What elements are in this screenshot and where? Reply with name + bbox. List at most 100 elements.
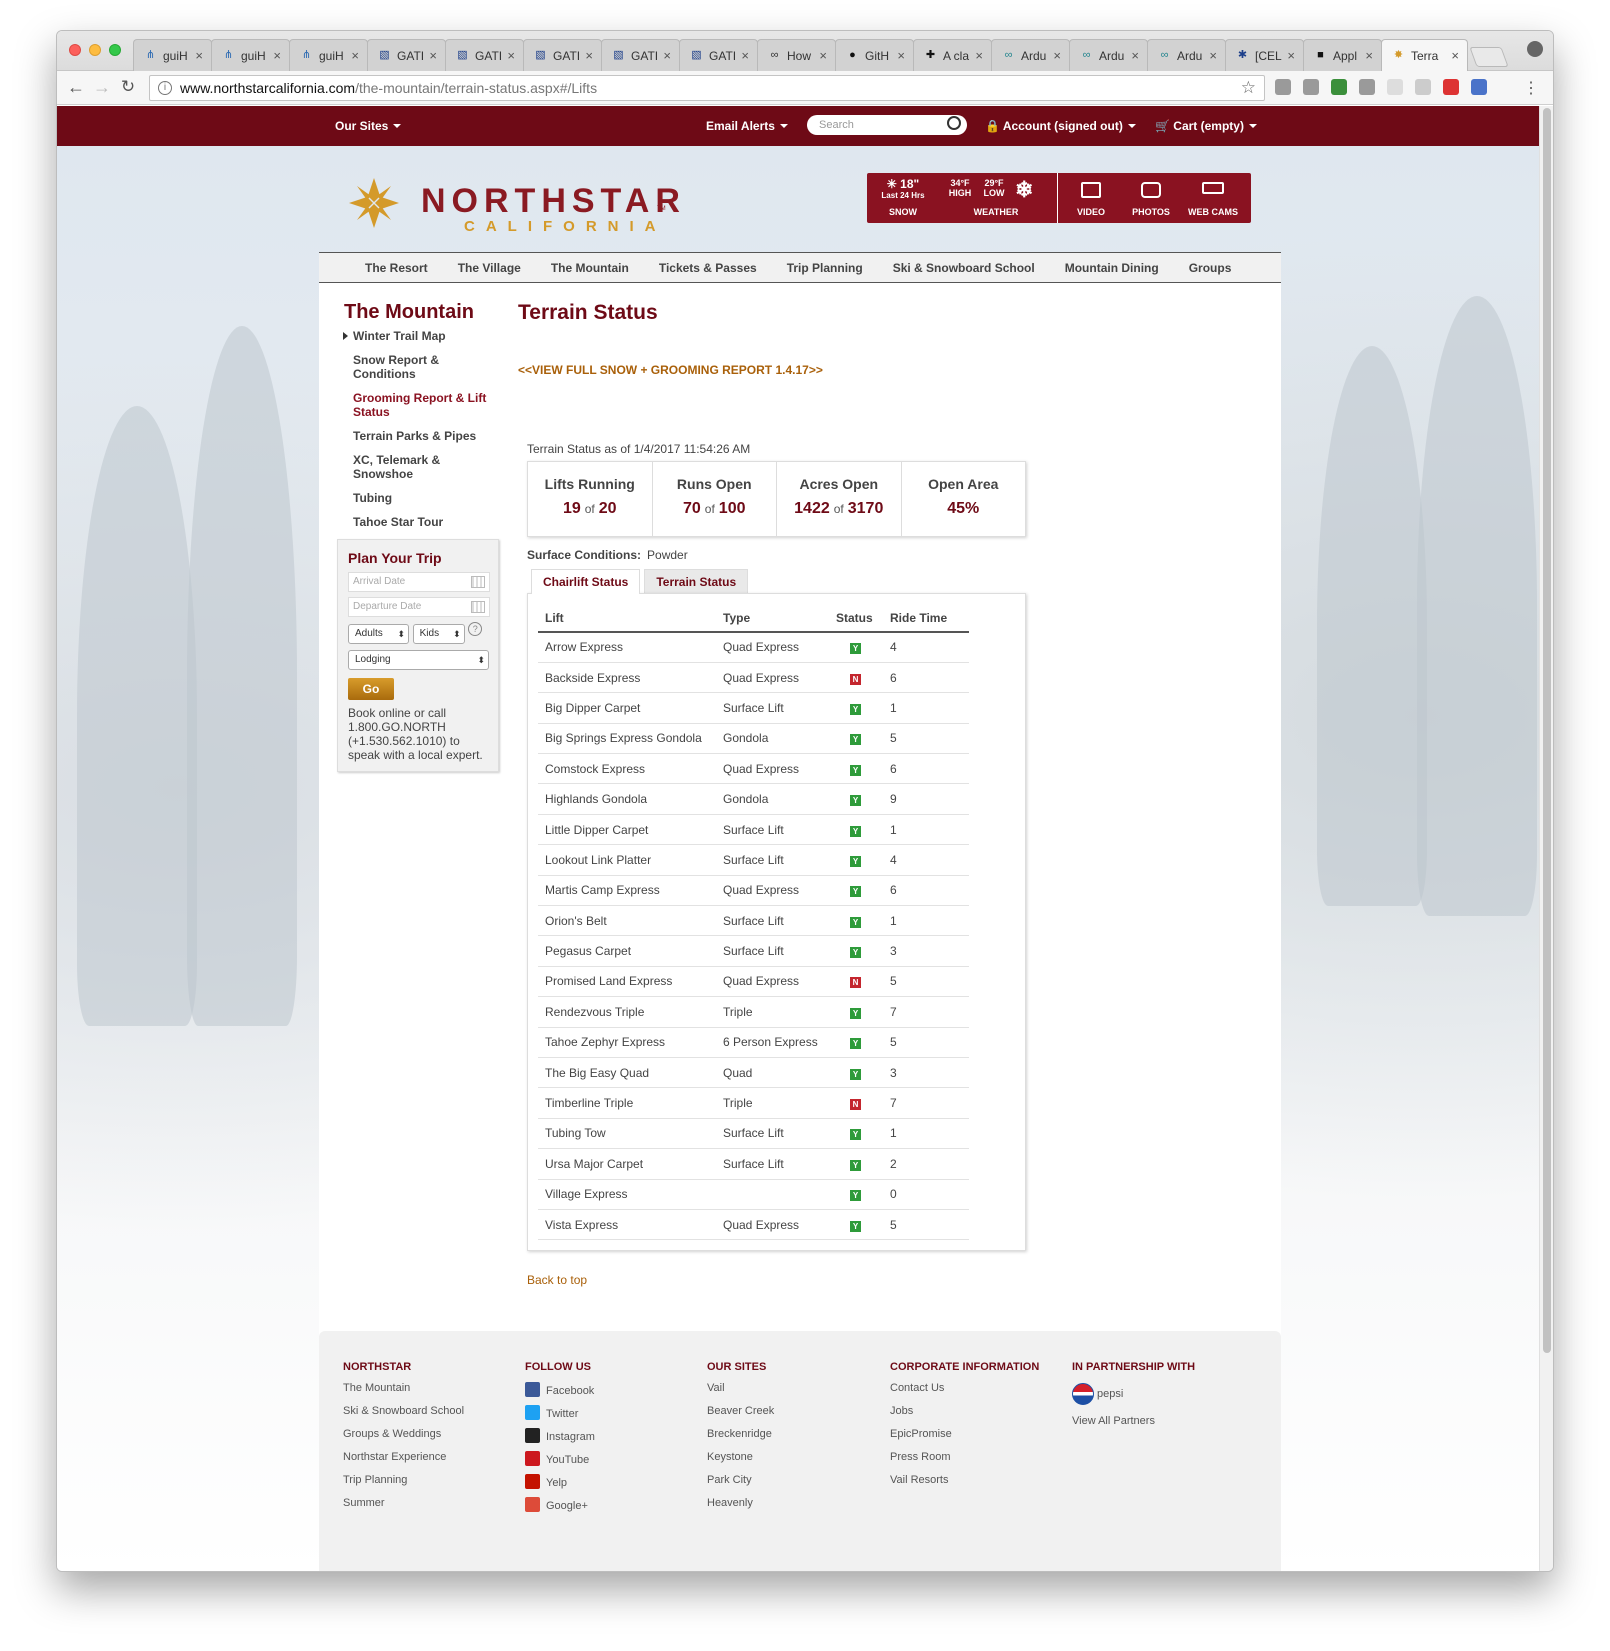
nav-item[interactable]: Trip Planning [772,261,878,275]
tab-close-icon[interactable]: × [897,48,905,63]
nav-item[interactable]: The Resort [319,261,443,275]
nav-item[interactable]: Tickets & Passes [644,261,772,275]
tab-close-icon[interactable]: × [975,48,983,63]
browser-tab[interactable]: ⋔ guiH × [211,39,290,71]
browser-tab[interactable]: ∞ How × [757,39,836,71]
sidebar-item[interactable]: Snow Report & Conditions [343,353,493,381]
photos-link[interactable]: PHOTOS [1123,173,1179,223]
tab-terrain-status[interactable]: Terrain Status [644,569,749,593]
browser-tab[interactable]: ∞ Ardu × [1069,39,1148,71]
footer-link[interactable]: Groups & Weddings [343,1428,464,1451]
weather-report[interactable]: 34°F HIGH 29°F LOW ❄ WEATHER [941,173,1051,223]
browser-tab[interactable]: ✸ Terra × [1381,39,1468,71]
back-to-top-link[interactable]: Back to top [527,1273,587,1287]
sidebar-item[interactable]: Tubing [343,491,493,505]
footer-link[interactable]: Heavenly [707,1497,774,1520]
nav-item[interactable]: Ski & Snowboard School [878,261,1050,275]
adults-select[interactable]: Adults [348,624,409,644]
browser-tab[interactable]: ▧ GATI × [445,39,524,71]
footer-link[interactable]: Breckenridge [707,1428,774,1451]
calendar-icon[interactable] [471,601,485,613]
tab-close-icon[interactable]: × [819,48,827,63]
sidebar-item[interactable]: Tahoe Star Tour [343,515,493,529]
minimize-window-button[interactable] [89,44,101,56]
extension-icon[interactable] [1331,79,1347,95]
nav-item[interactable]: Groups [1174,261,1247,275]
footer-link[interactable]: The Mountain [343,1382,464,1405]
snow-report[interactable]: ✳ 18" Last 24 Hrs SNOW [873,173,933,223]
lodging-select[interactable]: Lodging [348,650,489,670]
footer-link[interactable]: Vail Resorts [890,1474,1039,1497]
close-window-button[interactable] [69,44,81,56]
browser-tab[interactable]: ✚ A cla × [913,39,992,71]
tab-close-icon[interactable]: × [1131,48,1139,63]
video-link[interactable]: VIDEO [1063,173,1119,223]
back-arrow-icon[interactable]: ← [65,77,87,98]
nav-item[interactable]: Mountain Dining [1050,261,1174,275]
browser-tab[interactable]: ▧ GATI × [367,39,446,71]
browser-tab[interactable]: ⋔ guiH × [133,39,212,71]
tab-close-icon[interactable]: × [273,48,281,63]
webcams-link[interactable]: WEB CAMS [1181,173,1245,223]
footer-social-link[interactable]: YouTube [525,1451,595,1474]
footer-social-link[interactable]: Twitter [525,1405,595,1428]
new-tab-button[interactable] [1469,47,1509,67]
kids-select[interactable]: Kids [412,624,465,644]
pepsi-logo[interactable]: pepsi [1072,1382,1195,1405]
sidebar-item[interactable]: Terrain Parks & Pipes [343,429,493,443]
extension-icon[interactable] [1471,79,1487,95]
reload-icon[interactable]: ↻ [117,77,139,97]
footer-link[interactable]: Summer [343,1497,464,1520]
our-sites-menu[interactable]: Our Sites [335,119,402,133]
help-icon[interactable]: ? [468,622,483,636]
browser-tab[interactable]: ⋔ guiH × [289,39,368,71]
bookmark-star-icon[interactable]: ☆ [1241,78,1256,98]
tab-close-icon[interactable]: × [741,48,749,63]
maximize-window-button[interactable] [109,44,121,56]
view-all-partners-link[interactable]: View All Partners [1072,1415,1195,1438]
tab-close-icon[interactable]: × [1365,48,1373,63]
northstar-logo-icon[interactable] [347,176,401,230]
footer-link[interactable]: Keystone [707,1451,774,1474]
footer-link[interactable]: Contact Us [890,1382,1039,1405]
tab-close-icon[interactable]: × [663,48,671,63]
sidebar-item[interactable]: Grooming Report & Lift Status [343,391,493,419]
sidebar-item[interactable]: XC, Telemark & Snowshoe [343,453,493,481]
tab-close-icon[interactable]: × [1209,48,1217,63]
browser-tab[interactable]: ● GitH × [835,39,914,71]
browser-tab[interactable]: ✱ [CEL × [1225,39,1304,71]
cart-menu[interactable]: 🛒 Cart (empty) [1155,119,1257,133]
browser-tab[interactable]: ■ Appl × [1303,39,1382,71]
footer-social-link[interactable]: Instagram [525,1428,595,1451]
extension-icon[interactable] [1359,79,1375,95]
extension-icon[interactable] [1443,79,1459,95]
scrollbar-thumb[interactable] [1543,108,1551,1353]
browser-tab[interactable]: ▧ GATI × [679,39,758,71]
extension-icon[interactable] [1415,79,1431,95]
tab-close-icon[interactable]: × [429,48,437,63]
browser-tab[interactable]: ▧ GATI × [523,39,602,71]
sidebar-item[interactable]: Winter Trail Map [343,329,493,343]
profile-icon[interactable] [1527,41,1543,57]
extension-icon[interactable] [1387,79,1403,95]
logo-wordmark[interactable]: NORTHSTAR [421,182,686,221]
footer-link[interactable]: Trip Planning [343,1474,464,1497]
nav-item[interactable]: The Village [443,261,536,275]
address-bar[interactable]: i www.northstarcalifornia.com/the-mounta… [149,75,1265,101]
arrival-date-input[interactable]: Arrival Date [348,572,490,592]
full-report-link[interactable]: <<VIEW FULL SNOW + GROOMING REPORT 1.4.1… [518,363,823,377]
cast-icon[interactable] [1275,79,1291,95]
tab-chairlift-status[interactable]: Chairlift Status [531,569,641,594]
footer-link[interactable]: Park City [707,1474,774,1497]
departure-date-input[interactable]: Departure Date [348,597,490,617]
browser-menu-icon[interactable]: ⋮ [1523,78,1539,98]
go-button[interactable]: Go [348,678,394,700]
extension-icon[interactable] [1303,79,1319,95]
search-icon[interactable] [947,116,961,130]
tab-close-icon[interactable]: × [1053,48,1061,63]
calendar-icon[interactable] [471,576,485,588]
footer-link[interactable]: EpicPromise [890,1428,1039,1451]
nav-item[interactable]: The Mountain [536,261,644,275]
forward-arrow-icon[interactable]: → [91,77,113,98]
footer-link[interactable]: Beaver Creek [707,1405,774,1428]
